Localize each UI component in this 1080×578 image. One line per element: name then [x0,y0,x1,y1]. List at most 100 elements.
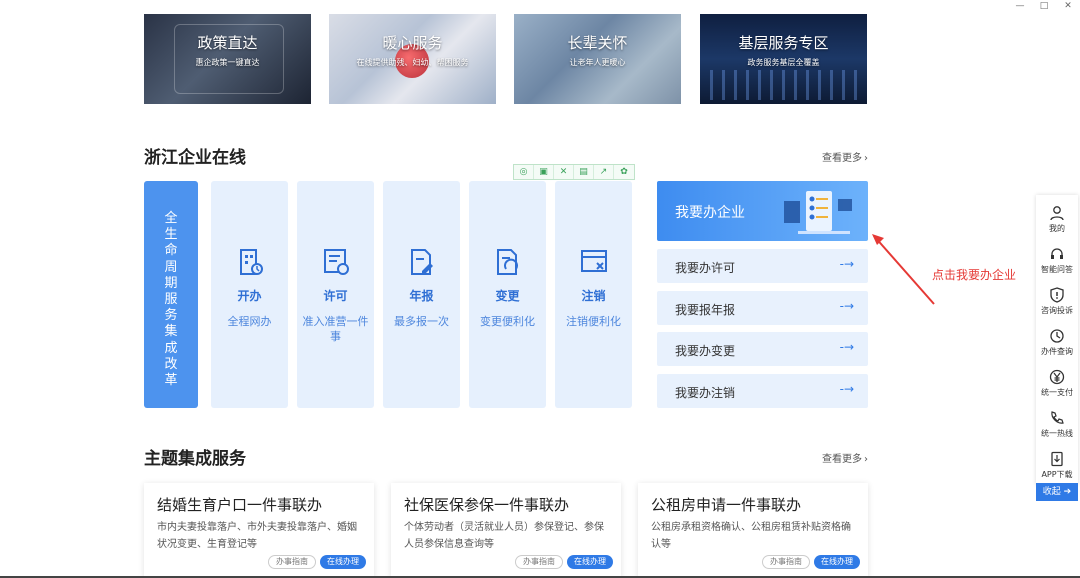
service-name: 注销 [581,289,606,303]
window-close-icon [580,250,607,272]
annotation-arrow-icon [872,234,935,305]
maximize-button[interactable]: □ [1032,0,1056,12]
cancel-action-button[interactable]: 我要办注销 -→ [657,374,868,408]
chevron-right-icon: › [864,153,868,164]
service-report[interactable]: 年报 最多报一次 [383,181,460,408]
service-desc: 注销便利化 [566,315,621,328]
enterprise-more-link[interactable]: 查看更多 › [822,149,868,164]
action-label: 我要办变更 [675,344,736,358]
arrow-right-icon: -→ [839,299,854,313]
sidebar-item-label: 智能问答 [1041,265,1073,274]
banner-subtitle: 在线提供助残、妇幼、帮困服务 [356,58,469,67]
banner-title: 政策直达 [197,34,258,52]
card-desc: 公租房承租资格确认、公租房租赁补贴资格确认等 [651,522,851,550]
card-title: 结婚生育户口一件事联办 [157,496,323,514]
banner-subtitle: 让老年人更暖心 [569,58,626,67]
card-buttons: 办事指南 在线办理 [268,555,366,569]
sidebar-item-payment[interactable]: 统一支付 [1036,365,1078,405]
lifecycle-block[interactable]: 全生命周期服务集成改革 [144,181,198,408]
guide-button[interactable]: 办事指南 [762,555,810,569]
sidebar-item-complaint[interactable]: 咨询投诉 [1036,283,1078,323]
service-open[interactable]: 开办 全程网办 [211,181,288,408]
service-license[interactable]: 许可 准入准营一件事 [297,181,374,408]
expand-icon[interactable]: ✕ [554,165,574,179]
theme-card-insurance[interactable]: 社保医保参保一件事联办 个体劳动者（灵活就业人员）参保登记、参保人员参保信息查询… [391,483,621,578]
main-action-label: 我要办企业 [675,205,745,221]
banner-title: 长辈关怀 [567,34,628,52]
online-button[interactable]: 在线办理 [320,555,366,569]
section-title-theme: 主题集成服务 [144,449,246,469]
action-label: 我要办注销 [675,386,736,400]
certificate-icon [323,249,349,275]
card-title: 社保医保参保一件事联办 [404,496,570,514]
user-icon [1050,206,1064,221]
arrow-right-icon: -→ [839,382,854,396]
share-icon[interactable]: ↗ [594,165,614,179]
service-cancel[interactable]: 注销 注销便利化 [555,181,632,408]
annotation-text: 点击我要办企业 [932,268,1017,282]
sidebar-item-hotline[interactable]: 统一热线 [1036,406,1078,446]
sidebar-item-label: 办件查询 [1041,347,1073,356]
building-icon [239,249,263,275]
card-desc: 个体劳动者（灵活就业人员）参保登记、参保人员参保信息查询等 [404,522,604,550]
guide-button[interactable]: 办事指南 [515,555,563,569]
sidebar-item-query[interactable]: 办件查询 [1036,324,1078,364]
minimize-button[interactable]: — [1008,0,1032,12]
sidebar-item-label: 我的 [1049,224,1065,233]
banner-subtitle: 惠企政策一键直达 [195,58,260,67]
sidebar-item-label: 统一热线 [1041,429,1073,438]
more-label: 查看更多 [822,454,862,465]
service-name: 变更 [495,289,520,303]
theme-card-marriage[interactable]: 结婚生育户口一件事联办 市内夫妻投靠落户、市外夫妻投靠落户、婚姻状况变更、生育登… [144,483,374,578]
sidebar-item-app[interactable]: APP下载 [1036,447,1078,487]
annual-report-action-button[interactable]: 我要报年报 -→ [657,291,868,325]
edit-document-icon [410,249,433,275]
banner-title: 基层服务专区 [738,34,829,52]
banner-grassroots[interactable]: 基层服务专区 政务服务基层全覆盖 [700,14,867,104]
service-name: 开办 [237,289,262,303]
floating-toolbar: ◎ ▣ ✕ ▤ ↗ ✿ [513,164,635,180]
theme-card-housing[interactable]: 公租房申请一件事联办 公租房承租资格确认、公租房租赁补贴资格确认等 办事指南 在… [638,483,868,578]
action-label: 我要报年报 [675,303,736,317]
arrow-right-icon: -→ [839,340,854,354]
card-desc: 市内夫妻投靠落户、市外夫妻投靠落户、婚姻状况变更、生育登记等 [157,522,357,550]
theme-more-link[interactable]: 查看更多 › [822,450,868,465]
sidebar-item-qa[interactable]: 智能问答 [1036,242,1078,282]
close-button[interactable]: ✕ [1056,0,1080,12]
save-icon[interactable]: ▤ [574,165,594,179]
banner-policy[interactable]: 政策直达 惠企政策一键直达 [144,14,311,104]
more-label: 查看更多 [822,153,862,164]
download-icon [1051,451,1063,467]
zoom-icon[interactable]: ◎ [514,165,534,179]
banner-title: 暖心服务 [382,34,443,52]
service-name: 许可 [323,289,348,303]
banner-care[interactable]: 暖心服务 在线提供助残、妇幼、帮困服务 [329,14,496,104]
service-change[interactable]: 变更 变更便利化 [469,181,546,408]
banner-elderly[interactable]: 长辈关怀 让老年人更暖心 [514,14,681,104]
sidebar-item-mine[interactable]: 我的 [1036,201,1078,241]
collapse-label: 收起 [1042,487,1061,497]
phone-icon [1051,411,1064,424]
banner-decoration [710,70,857,100]
start-business-button[interactable]: 我要办企业 [657,181,868,241]
right-sidebar: 我的 智能问答 咨询投诉 办件查询 统一支付 统一热线 APP下载 [1036,195,1078,485]
window-controls: — □ ✕ [1008,0,1080,12]
change-action-button[interactable]: 我要办变更 -→ [657,332,868,366]
sidebar-collapse-button[interactable]: 收起 ➔ [1036,483,1078,501]
service-desc: 准入准营一件事 [302,315,369,343]
document-change-icon [496,249,518,275]
card-title: 公租房申请一件事联办 [651,496,802,514]
lifecycle-label: 全生命周期服务集成改革 [164,211,178,389]
clipboard-icon[interactable]: ▣ [534,165,554,179]
office-illustration-icon [784,191,852,234]
online-button[interactable]: 在线办理 [814,555,860,569]
online-button[interactable]: 在线办理 [567,555,613,569]
page: — □ ✕ 政策直达 惠企政策一键直达 暖心服务 在线提供助残、妇幼、帮困服务 … [0,0,1080,578]
section-title-enterprise: 浙江企业在线 [144,148,246,168]
service-desc: 最多报一次 [394,315,449,328]
headset-icon [1051,248,1063,259]
guide-button[interactable]: 办事指南 [268,555,316,569]
settings-icon[interactable]: ✿ [614,165,634,179]
arrow-right-icon: -→ [839,257,854,271]
license-action-button[interactable]: 我要办许可 -→ [657,249,868,283]
